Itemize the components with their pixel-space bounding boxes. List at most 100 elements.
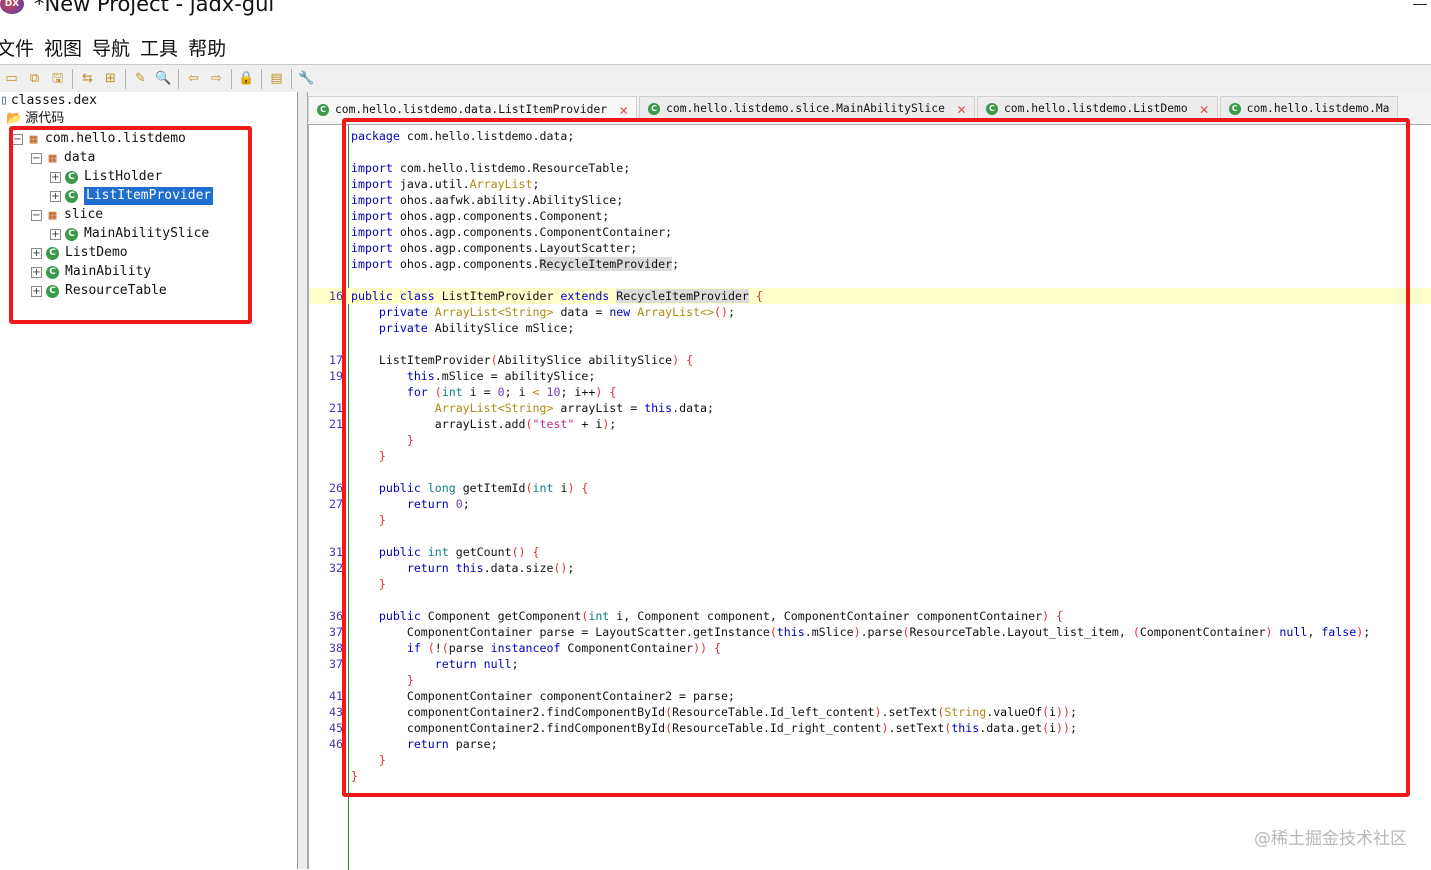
line-number: 16: [329, 289, 343, 303]
window-title: *New Project - jadx-gui: [34, 0, 275, 16]
tree-node[interactable]: + C MainAbilitySlice: [50, 225, 209, 243]
code-line: }: [309, 432, 1431, 448]
class-icon: C: [46, 265, 59, 279]
code-text: ArrayList<String> arrayList = this.data;: [434, 401, 715, 415]
code-text: public Component getComponent(int i, Com…: [378, 609, 1064, 623]
menu-view[interactable]: 视图: [44, 34, 82, 60]
expand-icon[interactable]: +: [50, 190, 61, 202]
code-view[interactable]: package com.hello.listdemo.data; import c…: [308, 124, 1431, 870]
collapse-icon[interactable]: −: [31, 209, 42, 221]
code-text: }: [378, 577, 386, 591]
line-number: 41: [329, 689, 343, 703]
tree-node[interactable]: + C ListItemProvider: [50, 187, 214, 205]
tree-node-label: com.hello.listdemo: [45, 131, 186, 146]
editor-tabs: Ccom.hello.listdemo.data.ListItemProvide…: [308, 96, 1400, 122]
code-line: import ohos.agp.components.ComponentCont…: [309, 224, 1431, 240]
menu-help[interactable]: 帮助: [188, 34, 226, 60]
tree-node[interactable]: + C MainAbility: [31, 263, 151, 281]
close-tab-icon[interactable]: ✕: [1200, 100, 1209, 118]
toolbar-separator: [231, 68, 232, 89]
menu-file[interactable]: 文件: [0, 34, 34, 60]
tree-node[interactable]: − ▦ data: [31, 149, 95, 167]
tree-node[interactable]: + C ListHolder: [50, 168, 162, 186]
close-tab-icon[interactable]: ✕: [619, 101, 628, 119]
forward-icon[interactable]: ⇨: [207, 69, 226, 88]
tree-node-label: data: [64, 150, 96, 165]
tree-node[interactable]: − ▦ com.hello.listdemo: [12, 130, 186, 148]
line-number: 31: [329, 545, 343, 559]
panel-splitter[interactable]: [298, 92, 308, 869]
save-all-icon[interactable]: 🖫: [48, 69, 67, 88]
toolbar-separator: [72, 68, 73, 89]
preferences-icon[interactable]: 🔧: [297, 69, 316, 88]
deobfuscation-icon[interactable]: 🔒: [237, 69, 256, 88]
menu-tools[interactable]: 工具: [140, 34, 178, 60]
decompile-icon[interactable]: ✎: [131, 69, 150, 88]
tab-label: com.hello.listdemo.Ma: [1246, 102, 1390, 115]
line-number: 45: [329, 721, 343, 735]
flatten-icon[interactable]: ⊞: [101, 69, 120, 88]
close-tab-icon[interactable]: ✕: [957, 100, 966, 118]
code-line: 31 public int getCount() {: [309, 544, 1431, 560]
code-text: public int getCount() {: [378, 545, 540, 559]
code-line: 36 public Component getComponent(int i, …: [309, 608, 1431, 624]
class-icon: C: [65, 227, 78, 241]
collapse-icon[interactable]: −: [12, 133, 23, 145]
search-icon[interactable]: 🔍: [154, 69, 173, 88]
expand-icon[interactable]: +: [31, 285, 42, 297]
class-icon: C: [317, 103, 329, 116]
open-file-icon[interactable]: ▭: [2, 69, 21, 88]
editor-tab[interactable]: Ccom.hello.listdemo.data.ListItemProvide…: [308, 96, 638, 122]
code-line: 45 componentContainer2.findComponentById…: [309, 720, 1431, 736]
code-text: import ohos.aafwk.ability.AbilitySlice;: [351, 193, 624, 207]
package-icon: ▦: [29, 131, 38, 147]
code-text: import ohos.agp.components.RecycleItemPr…: [351, 257, 680, 271]
tree-node-label: ListItemProvider: [84, 187, 214, 205]
code-text: }: [378, 449, 386, 463]
code-text: import ohos.agp.components.Component;: [351, 209, 610, 223]
menu-navigation[interactable]: 导航: [92, 34, 130, 60]
tree-node-source[interactable]: 📂 源代码: [0, 110, 64, 128]
expand-icon[interactable]: +: [50, 228, 61, 240]
expand-icon[interactable]: +: [50, 171, 61, 183]
code-text: this.mSlice = abilitySlice;: [406, 369, 596, 383]
line-number: 21: [329, 401, 343, 415]
toolbar: ▭ ⧉ 🖫 ⇆ ⊞ ✎ 🔍 ⇦ ⇨ 🔒 ▤ 🔧: [0, 64, 1431, 92]
tree-node[interactable]: + C ResourceTable: [31, 282, 167, 300]
code-line: }: [309, 752, 1431, 768]
code-text: import ohos.agp.components.LayoutScatter…: [351, 241, 638, 255]
editor-tab[interactable]: Ccom.hello.listdemo.ListDemo ✕: [976, 96, 1218, 120]
copy-icon[interactable]: ⧉: [25, 69, 44, 88]
line-number: 36: [329, 609, 343, 623]
code-text: componentContainer2.findComponentById(Re…: [351, 721, 1077, 735]
collapse-icon[interactable]: −: [31, 152, 42, 164]
toolbar-separator: [178, 68, 179, 89]
tree-node-label: MainAbility: [65, 264, 152, 279]
code-line: for (int i = 0; i < 10; i++) {: [309, 384, 1431, 400]
back-icon[interactable]: ⇦: [184, 69, 203, 88]
expand-icon[interactable]: +: [31, 247, 42, 259]
line-number: 32: [329, 561, 343, 575]
code-line: 17 ListItemProvider(AbilitySlice ability…: [309, 352, 1431, 368]
tree-node-classes-dex[interactable]: ▯ classes.dex: [0, 92, 97, 110]
code-line: 16 public class ListItemProvider extends …: [309, 288, 1431, 304]
code-line: package com.hello.listdemo.data;: [309, 128, 1431, 144]
minimize-button[interactable]: [1413, 4, 1427, 5]
code-line: }: [309, 576, 1431, 592]
editor-tab[interactable]: Ccom.hello.listdemo.Ma: [1219, 96, 1399, 120]
code-line: 32 return this.data.size();: [309, 560, 1431, 576]
sync-icon[interactable]: ⇆: [78, 69, 97, 88]
code-text: arrayList.add("test" + i);: [351, 417, 617, 431]
tree-node[interactable]: + C ListDemo: [31, 244, 128, 262]
code-text: if (!(parse instanceof ComponentContaine…: [406, 641, 722, 655]
expand-icon[interactable]: +: [31, 266, 42, 278]
tree-node[interactable]: − ▦ slice: [31, 206, 103, 224]
log-icon[interactable]: ▤: [267, 69, 286, 88]
tab-label: com.hello.listdemo.slice.MainAbilitySlic…: [666, 102, 945, 115]
class-icon: C: [65, 170, 78, 184]
line-number: 27: [329, 497, 343, 511]
editor-tab[interactable]: Ccom.hello.listdemo.slice.MainAbilitySli…: [639, 96, 975, 120]
